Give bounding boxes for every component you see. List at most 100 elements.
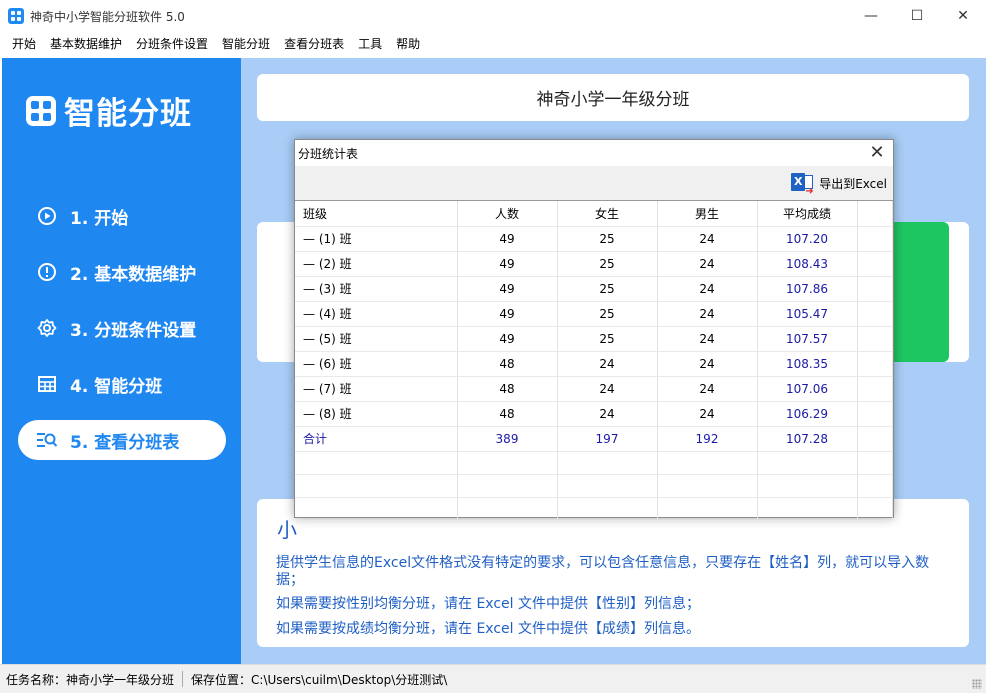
cell-class: — (4) 班 xyxy=(295,301,458,327)
excel-export-icon: X ➜ xyxy=(791,172,815,197)
dialog-toolbar: X ➜ 导出到Excel xyxy=(295,166,893,200)
menu-view-table[interactable]: 查看分班表 xyxy=(277,32,351,56)
sidebar-item-label: 1. 开始 xyxy=(70,208,129,229)
cell-empty xyxy=(857,226,893,252)
stats-dialog: 分班统计表 ✕ X ➜ 导出到Excel 班级 人数 女生 男生 平均成绩 — … xyxy=(294,139,894,521)
cell-male: 24 xyxy=(657,251,758,277)
cell-count: 48 xyxy=(457,401,558,427)
table-row[interactable]: — (5) 班 49 25 24 107.57 xyxy=(295,326,893,352)
cell-class: — (2) 班 xyxy=(295,251,458,277)
stats-table: 班级 人数 女生 男生 平均成绩 — (1) 班 49 25 24 107.20 — (… xyxy=(295,201,893,521)
sidebar-item-label: 5. 查看分班表 xyxy=(70,432,180,453)
sidebar-item-view-table[interactable]: 5. 查看分班表 xyxy=(18,420,226,460)
window-controls: — ☐ ✕ xyxy=(848,0,986,32)
tip-line: 如果需要按成绩均衡分班，请在 Excel 文件中提供【成绩】列信息。 xyxy=(276,621,700,637)
menu-basic-data[interactable]: 基本数据维护 xyxy=(43,32,129,56)
cell-empty xyxy=(857,351,893,377)
table-row[interactable]: — (3) 班 49 25 24 107.86 xyxy=(295,276,893,302)
table-header-row: 班级 人数 女生 男生 平均成绩 xyxy=(295,201,893,227)
cell-empty xyxy=(857,376,893,402)
table-total-row[interactable]: 合计 389 197 192 107.28 xyxy=(295,426,893,452)
sidebar-item-basic-data[interactable]: 2. 基本数据维护 xyxy=(18,252,226,292)
menu-help[interactable]: 帮助 xyxy=(389,32,427,56)
column-header-class[interactable]: 班级 xyxy=(295,201,458,227)
sidebar-item-start[interactable]: 1. 开始 xyxy=(18,196,226,236)
cell-female: 24 xyxy=(557,376,658,402)
cell-total-male: 192 xyxy=(657,426,758,452)
cell-male: 24 xyxy=(657,351,758,377)
cell-average: 107.20 xyxy=(757,226,858,252)
menu-start[interactable]: 开始 xyxy=(5,32,43,56)
dialog-title-bar: 分班统计表 ✕ xyxy=(295,140,893,166)
sidebar-item-conditions[interactable]: 3. 分班条件设置 xyxy=(18,308,226,348)
sidebar-nav: 1. 开始 2. 基本数据维护 3. 分班条件设置 4. 智能分班 5. 查看分… xyxy=(18,196,226,476)
cell-total-average: 107.28 xyxy=(757,426,858,452)
table-row[interactable]: — (8) 班 48 24 24 106.29 xyxy=(295,401,893,427)
cell-female: 25 xyxy=(557,326,658,352)
table-row[interactable]: — (7) 班 48 24 24 107.06 xyxy=(295,376,893,402)
cell-count: 49 xyxy=(457,251,558,277)
cell-female: 25 xyxy=(557,251,658,277)
cell-class: — (5) 班 xyxy=(295,326,458,352)
cell-male: 24 xyxy=(657,226,758,252)
cell-empty xyxy=(857,401,893,427)
tip-line: 提供学生信息的Excel文件格式没有特定的要求，可以包含任意信息，只要存在【姓名… xyxy=(276,555,930,588)
cell-average: 108.35 xyxy=(757,351,858,377)
menu-smart-split[interactable]: 智能分班 xyxy=(215,32,277,56)
cell-male: 24 xyxy=(657,301,758,327)
cell-count: 48 xyxy=(457,376,558,402)
cell-female: 25 xyxy=(557,226,658,252)
cell-empty xyxy=(857,426,893,452)
gear-icon xyxy=(36,317,58,339)
maximize-button[interactable]: ☐ xyxy=(894,0,940,32)
cell-class: — (1) 班 xyxy=(295,226,458,252)
close-button[interactable]: ✕ xyxy=(940,0,986,32)
column-header-male[interactable]: 男生 xyxy=(657,201,758,227)
brand-title: 智能分班 xyxy=(64,96,192,132)
cell-male: 24 xyxy=(657,276,758,302)
table-row[interactable]: — (1) 班 49 25 24 107.20 xyxy=(295,226,893,252)
stats-grid: 班级 人数 女生 男生 平均成绩 — (1) 班 49 25 24 107.20 — (… xyxy=(295,200,893,521)
column-header-female[interactable]: 女生 xyxy=(557,201,658,227)
cell-class: — (8) 班 xyxy=(295,401,458,427)
menu-conditions[interactable]: 分班条件设置 xyxy=(129,32,215,56)
window-title: 神奇中小学智能分班软件 5.0 xyxy=(30,9,185,24)
cell-average: 107.86 xyxy=(757,276,858,302)
table-row[interactable]: — (2) 班 49 25 24 108.43 xyxy=(295,251,893,277)
app-icon xyxy=(8,8,24,24)
cell-empty xyxy=(857,276,893,302)
export-excel-button[interactable]: X ➜ 导出到Excel xyxy=(791,169,887,197)
table-row[interactable]: — (4) 班 49 25 24 105.47 xyxy=(295,301,893,327)
cell-female: 25 xyxy=(557,276,658,302)
empty-row xyxy=(295,451,893,475)
info-circle-icon xyxy=(36,261,58,283)
table-row[interactable]: — (6) 班 48 24 24 108.35 xyxy=(295,351,893,377)
title-bar: 神奇中小学智能分班软件 5.0 — ☐ ✕ xyxy=(0,0,986,32)
empty-row xyxy=(295,497,893,521)
minimize-button[interactable]: — xyxy=(848,0,894,32)
status-task-name: 任务名称：神奇小学一年级分班 xyxy=(6,672,175,687)
tip-line: 如果需要按性别均衡分班，请在 Excel 文件中提供【性别】列信息； xyxy=(276,596,700,612)
table-icon xyxy=(36,373,58,395)
resize-grip[interactable] xyxy=(972,679,982,689)
column-header-average[interactable]: 平均成绩 xyxy=(757,201,858,227)
cell-average: 108.43 xyxy=(757,251,858,277)
sidebar: 智能分班 1. 开始 2. 基本数据维护 3. 分班条件设置 4. 智能分班 5… xyxy=(2,58,241,664)
dialog-close-button[interactable]: ✕ xyxy=(867,142,887,163)
cell-class: — (3) 班 xyxy=(295,276,458,302)
cell-empty xyxy=(857,326,893,352)
dialog-title: 分班统计表 xyxy=(298,146,359,161)
sidebar-item-label: 3. 分班条件设置 xyxy=(70,320,197,341)
menu-tools[interactable]: 工具 xyxy=(351,32,389,56)
cell-count: 49 xyxy=(457,276,558,302)
sidebar-item-smart-split[interactable]: 4. 智能分班 xyxy=(18,364,226,404)
cell-female: 24 xyxy=(557,351,658,377)
cell-empty xyxy=(857,251,893,277)
sidebar-item-label: 2. 基本数据维护 xyxy=(70,264,197,285)
cell-class: — (7) 班 xyxy=(295,376,458,402)
cell-male: 24 xyxy=(657,376,758,402)
cell-male: 24 xyxy=(657,401,758,427)
cell-average: 105.47 xyxy=(757,301,858,327)
column-header-count[interactable]: 人数 xyxy=(457,201,558,227)
cell-total-count: 389 xyxy=(457,426,558,452)
